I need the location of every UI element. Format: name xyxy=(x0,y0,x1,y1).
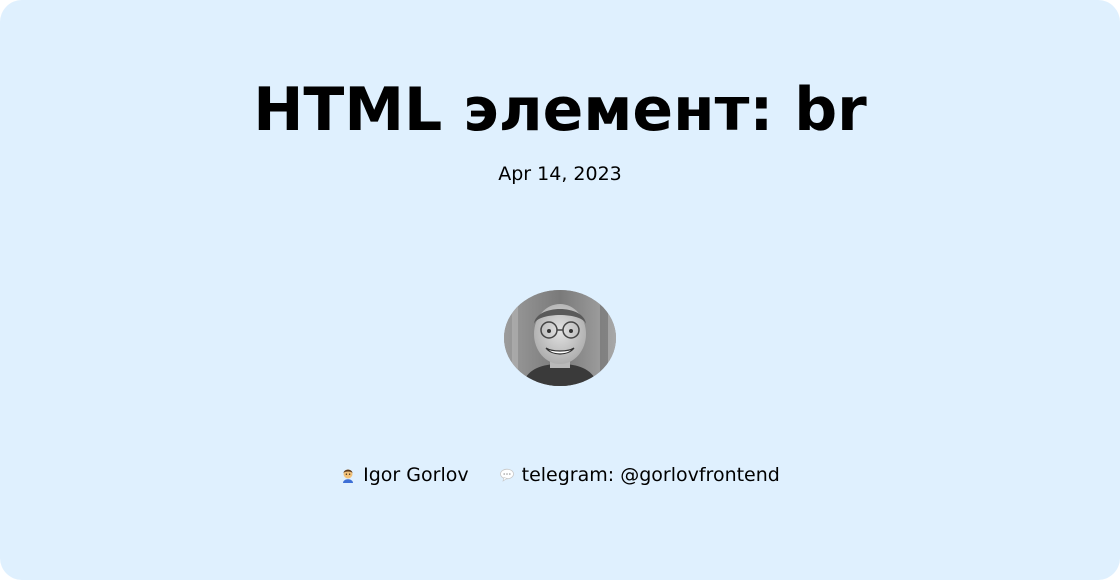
author-avatar xyxy=(504,290,616,386)
article-card: HTML элемент: br Apr 14, 2023 Igor Gorlo… xyxy=(0,0,1120,580)
author-footer: Igor Gorlov telegram: @gorlovfrontend xyxy=(0,460,1120,489)
article-title: HTML элемент: br xyxy=(253,75,867,145)
author-contact: telegram: @gorlovfrontend xyxy=(521,463,780,486)
person-emoji-icon xyxy=(340,467,356,483)
publish-date: Apr 14, 2023 xyxy=(498,163,622,185)
author-avatar-image xyxy=(504,290,616,386)
author-name: Igor Gorlov xyxy=(363,463,469,486)
author-name-item: Igor Gorlov xyxy=(340,461,469,489)
speech-bubble-icon xyxy=(499,467,515,483)
author-contact-item: telegram: @gorlovfrontend xyxy=(499,461,780,489)
